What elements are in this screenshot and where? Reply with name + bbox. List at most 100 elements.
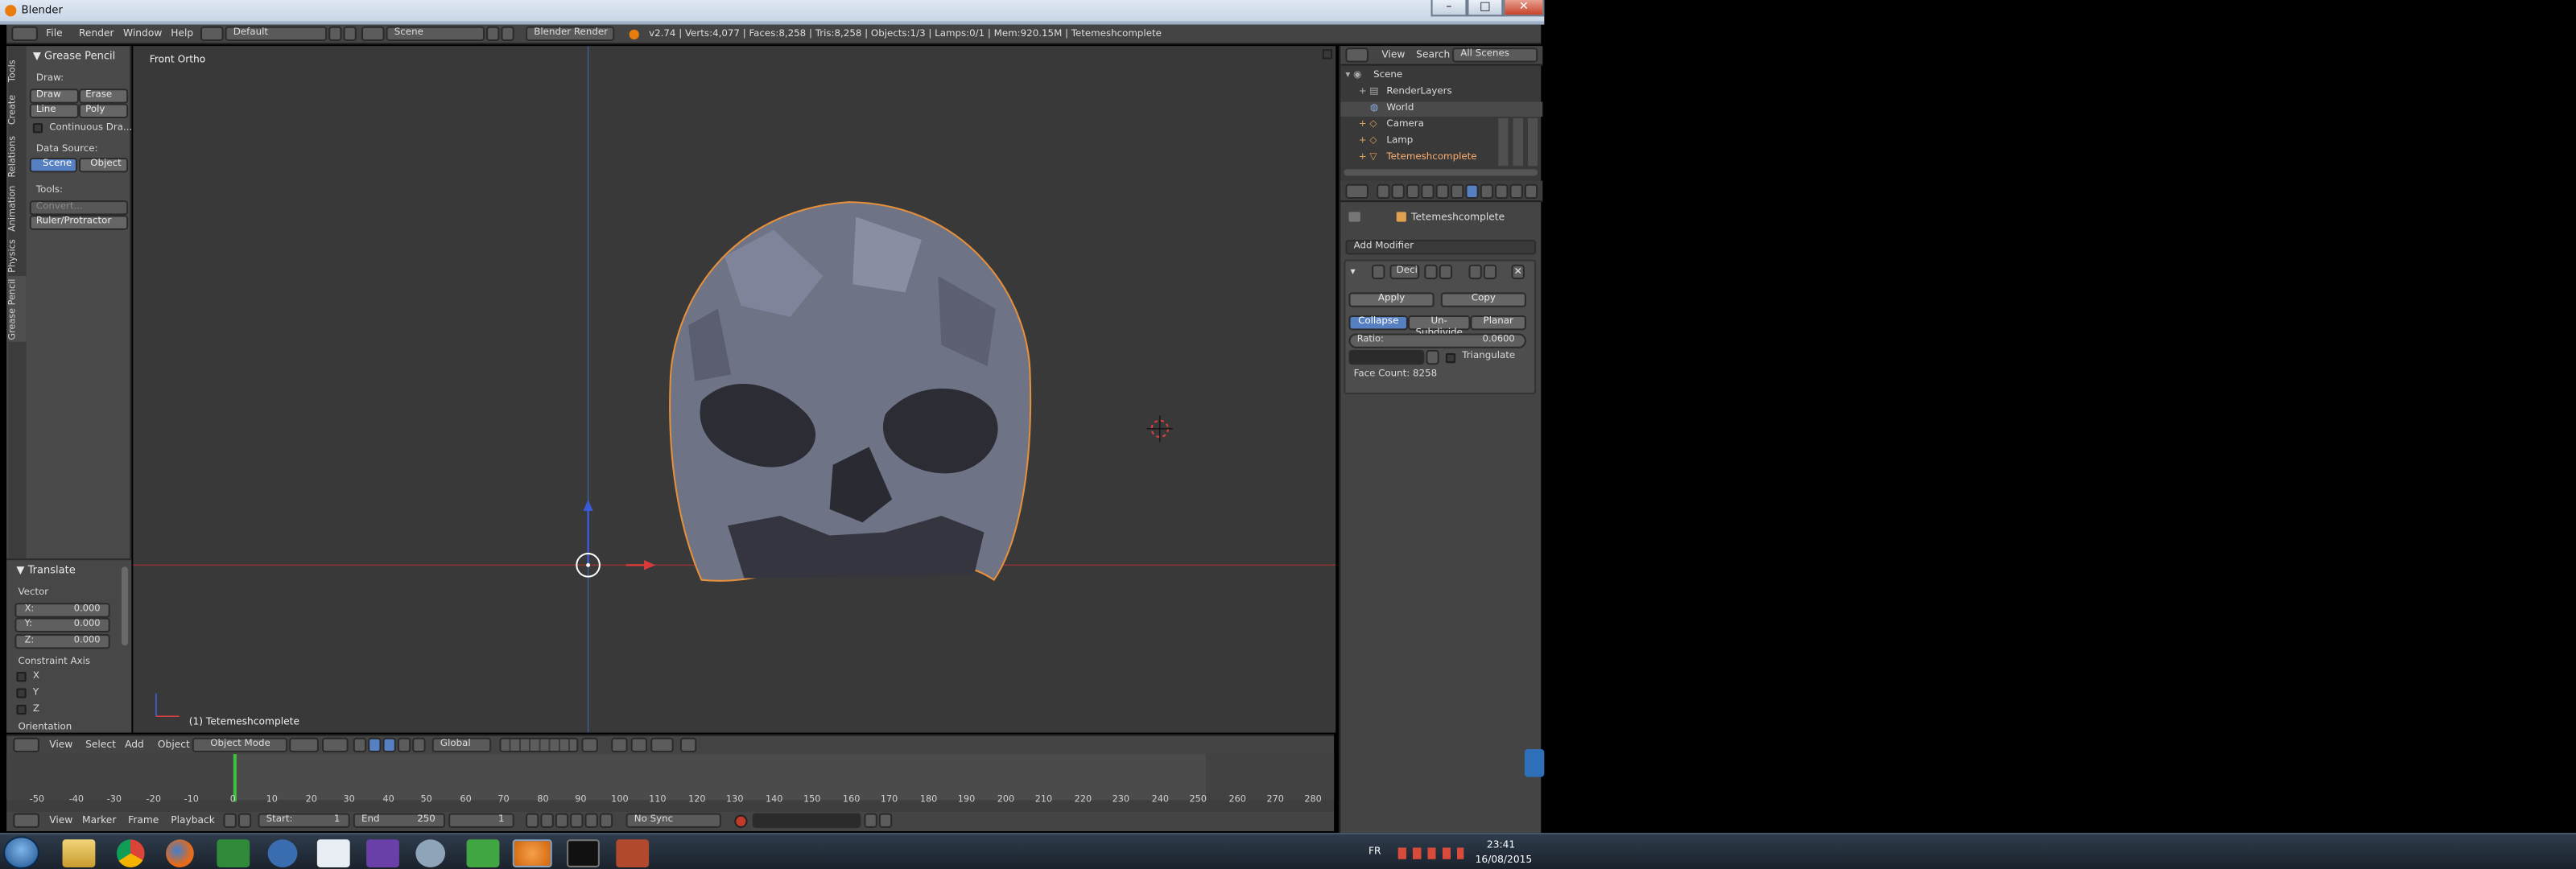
draw-button[interactable]: Draw [29, 89, 79, 104]
collapse-tab[interactable]: Collapse [1348, 315, 1408, 331]
modifier-view-toggle-icon[interactable] [1439, 264, 1453, 280]
modifier-collapse-icon[interactable]: ▾ [1351, 266, 1356, 278]
outliner-view-menu[interactable]: View [1381, 47, 1405, 64]
timeline[interactable]: -50 -40 -30 -20 -10 0 10 20 30 40 50 60 … [6, 754, 1335, 812]
invert-vertex-group-icon[interactable] [1426, 349, 1439, 365]
scene-add-icon[interactable] [486, 26, 500, 42]
translate-manipulator-icon[interactable] [368, 737, 382, 753]
outliner-display-select[interactable]: All Scenes [1452, 47, 1538, 63]
menu-file[interactable]: File [46, 27, 63, 43]
modifiers-tab-icon[interactable] [1465, 183, 1479, 200]
maximize-button[interactable]: □ [1467, 0, 1504, 17]
scale-manipulator-icon[interactable] [397, 737, 411, 753]
outliner-search-menu[interactable]: Search [1416, 47, 1450, 64]
preview-range-icon[interactable] [223, 813, 237, 828]
delete-keyframe-icon[interactable] [878, 813, 893, 828]
world-tab-icon[interactable] [1421, 183, 1435, 200]
physics-tab-icon[interactable] [1524, 183, 1538, 200]
data-source-scene-button[interactable]: Scene [29, 157, 77, 173]
menu-render[interactable]: Render [79, 27, 114, 43]
3d-viewport[interactable]: Front Ortho (1) Tetemeshcomplete [133, 46, 1336, 733]
pin-icon[interactable] [1348, 212, 1360, 222]
proportional-edit-icon[interactable] [611, 737, 628, 753]
chrome-taskbar-icon[interactable] [116, 839, 145, 867]
modifier-move-down-icon[interactable] [1483, 264, 1497, 280]
3d-cursor[interactable] [1146, 415, 1174, 443]
qt-taskbar-icon[interactable] [466, 839, 500, 867]
material-tab-icon[interactable] [1495, 183, 1509, 200]
start-frame-field[interactable]: Start: 1 [258, 813, 350, 828]
properties-editor-icon[interactable] [1345, 183, 1368, 200]
line-button[interactable]: Line [29, 103, 79, 118]
clock-date[interactable]: 16/08/2015 [1476, 855, 1533, 866]
outliner-item-scene[interactable]: ▾ ◉ Scene [1340, 69, 1542, 84]
shading-select-icon[interactable] [289, 737, 319, 753]
data-source-object-button[interactable]: Object [78, 157, 129, 173]
operator-scrollbar[interactable] [122, 566, 129, 646]
render-engine-select[interactable]: Blender Render [526, 26, 615, 42]
erase-button[interactable]: Erase [78, 89, 129, 104]
explorer-taskbar-icon[interactable] [62, 839, 96, 867]
vector-z-field[interactable]: Z: 0.000 [14, 634, 110, 649]
render-tab-icon[interactable] [1377, 183, 1390, 200]
tab-grease-pencil[interactable]: Grease Pencil [8, 275, 27, 342]
editor-type-icon[interactable] [11, 26, 38, 42]
pivot-point-icon[interactable] [321, 737, 349, 753]
tray-icons[interactable] [1397, 847, 1464, 859]
mode-select[interactable]: Object Mode [192, 737, 288, 753]
un-subdivide-tab[interactable]: Un-Subdivide [1407, 315, 1471, 339]
layout-field[interactable]: Default [225, 26, 328, 42]
layout-add-icon[interactable] [328, 26, 342, 42]
jump-next-key-icon[interactable] [584, 813, 598, 828]
current-frame-field[interactable]: 1 [448, 813, 514, 828]
vector-y-field[interactable]: Y: 0.000 [14, 617, 110, 633]
tab-tools[interactable]: Tools [8, 52, 26, 89]
snap-target-icon[interactable] [650, 737, 674, 753]
ratio-field[interactable]: Ratio: 0.0600 [1348, 333, 1526, 348]
modifier-render-toggle-icon[interactable] [1424, 264, 1438, 280]
view-menu[interactable]: View [49, 738, 72, 754]
firefox-taskbar-icon[interactable] [166, 839, 194, 867]
layers-more-icon[interactable] [581, 737, 598, 753]
add-modifier-select[interactable]: Add Modifier [1345, 240, 1537, 255]
timeline-view-menu[interactable]: View [49, 813, 72, 830]
triangulate-checkbox[interactable] [1445, 352, 1456, 364]
jump-start-icon[interactable] [526, 813, 539, 828]
outliner-item-world[interactable]: ◍ World [1340, 101, 1543, 117]
remote-desktop-taskbar-icon[interactable] [316, 839, 350, 867]
language-indicator[interactable]: FR [1368, 846, 1381, 857]
keying-set-field[interactable] [752, 813, 861, 828]
sync-select[interactable]: No Sync [625, 813, 721, 828]
side-widget[interactable] [1524, 748, 1545, 777]
render-view-icon[interactable] [679, 737, 697, 753]
settings-taskbar-icon[interactable] [415, 839, 446, 867]
constraint-z-checkbox[interactable] [16, 704, 27, 715]
jump-prev-key-icon[interactable] [540, 813, 554, 828]
poly-button[interactable]: Poly [78, 103, 129, 118]
messenger-taskbar-icon[interactable] [267, 839, 298, 867]
manipulator-toggle-icon[interactable] [353, 737, 367, 753]
3d-view-editor-icon[interactable] [13, 737, 39, 753]
layout-remove-icon[interactable] [343, 26, 357, 42]
properties-editor[interactable]: Tetemeshcomplete Add Modifier ▾ Deci ✕ A… [1339, 180, 1543, 834]
menu-window[interactable]: Window [123, 27, 162, 43]
select-menu[interactable]: Select [85, 738, 116, 754]
close-button[interactable]: ✕ [1503, 0, 1545, 17]
record-icon[interactable] [734, 814, 748, 828]
modifier-name-field[interactable]: Deci [1389, 264, 1420, 280]
vertex-group-field[interactable] [1348, 349, 1425, 365]
blender-taskbar-icon[interactable] [512, 839, 552, 867]
end-frame-field[interactable]: End 250 [353, 813, 446, 828]
jump-end-icon[interactable] [599, 813, 613, 828]
texture-tab-icon[interactable] [1509, 183, 1523, 200]
scene-tab-icon[interactable] [1406, 183, 1420, 200]
snap-icon[interactable] [412, 737, 426, 753]
timeline-editor-icon[interactable] [13, 813, 39, 828]
modifier-remove-icon[interactable]: ✕ [1511, 264, 1525, 280]
continuous-checkbox[interactable] [32, 123, 43, 134]
constraints-tab-icon[interactable] [1451, 183, 1464, 200]
play-icon[interactable] [570, 813, 584, 828]
scene-remove-icon[interactable] [501, 26, 514, 42]
outliner-restrict-icons[interactable] [1498, 117, 1538, 167]
tab-animation[interactable]: Animation [8, 183, 26, 235]
